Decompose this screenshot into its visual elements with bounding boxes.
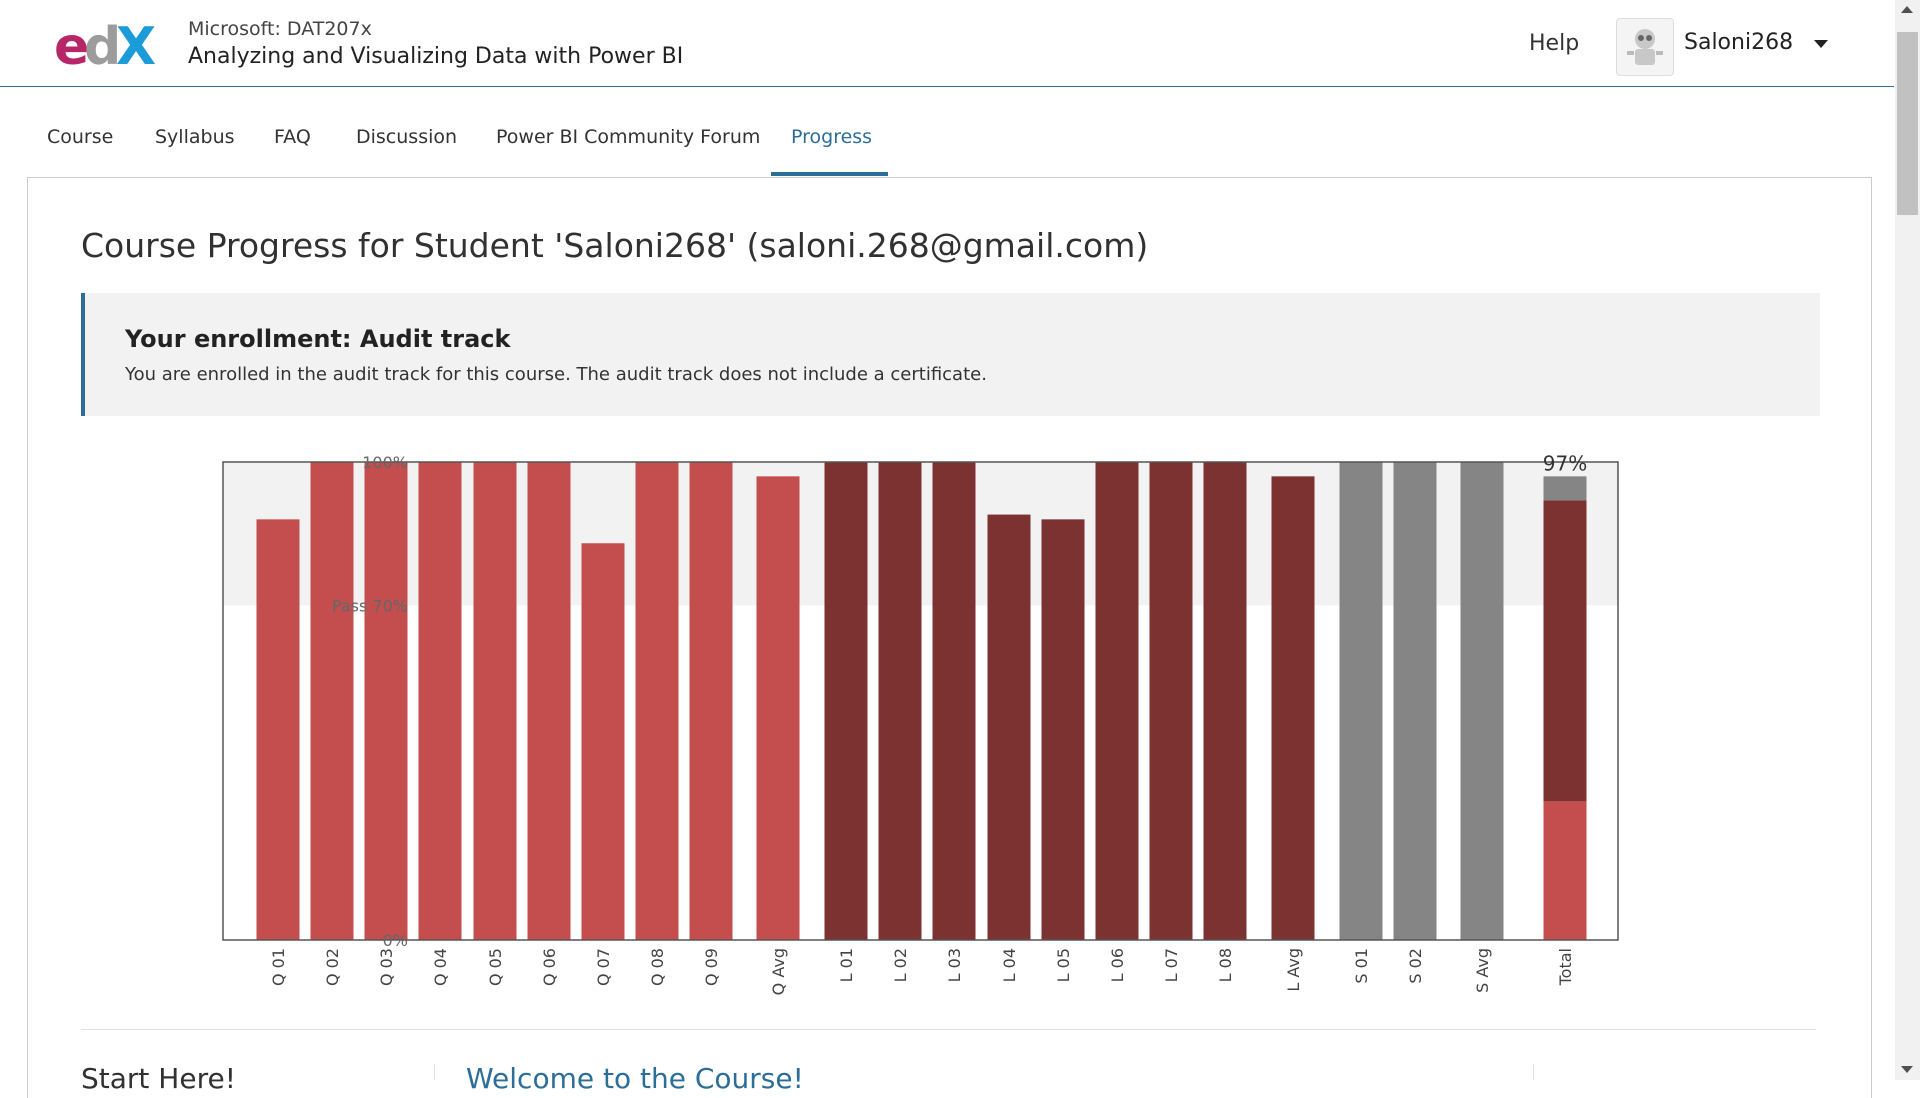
total-bar-quiz xyxy=(1543,801,1587,940)
x-label-total: Total xyxy=(1556,948,1575,986)
bar-s-01 xyxy=(1339,462,1383,940)
x-label-q-01: Q 01 xyxy=(269,948,288,986)
bar-q-02 xyxy=(310,462,354,940)
bar-q-09 xyxy=(689,462,733,940)
x-label-q-09: Q 09 xyxy=(702,948,721,986)
bar-l-08 xyxy=(1203,462,1247,940)
x-label-l-04: L 04 xyxy=(1000,948,1019,982)
bar-l-01 xyxy=(824,462,868,940)
tick-0-label: 0% xyxy=(383,931,408,950)
bar-q-08 xyxy=(635,462,679,940)
scroll-up-arrow-icon[interactable] xyxy=(1901,6,1913,13)
x-label-s-02: S 02 xyxy=(1406,948,1425,984)
bar-q-05 xyxy=(473,462,517,940)
x-label-l-02: L 02 xyxy=(891,948,910,982)
bar-l-02 xyxy=(878,462,922,940)
bar-l-06 xyxy=(1095,462,1139,940)
bar-q-06 xyxy=(527,462,571,940)
bar-q-03 xyxy=(364,462,408,940)
x-label-s-avg: S Avg xyxy=(1473,948,1492,993)
total-bar-survey xyxy=(1543,476,1587,501)
x-label-q-avg: Q Avg xyxy=(769,948,788,995)
bar-q-07 xyxy=(581,543,625,940)
bar-s-02 xyxy=(1393,462,1437,940)
bar-q-04 xyxy=(418,462,462,940)
bar-l-avg xyxy=(1271,476,1315,940)
x-label-l-08: L 08 xyxy=(1216,948,1235,982)
bar-l-07 xyxy=(1149,462,1193,940)
x-label-l-06: L 06 xyxy=(1108,948,1127,982)
chart-x-labels: Q 01 Q 02 Q 03 Q 04 Q 05 Q 06 Q 07 Q 08 Q 09 Q Av… xyxy=(269,948,1575,995)
sidebar-heading: Start Here! xyxy=(81,1062,236,1095)
scrollbar-thumb[interactable] xyxy=(1897,32,1918,215)
content-divider xyxy=(1533,1064,1534,1080)
bar-q-avg xyxy=(756,476,800,940)
x-label-q-07: Q 07 xyxy=(594,948,613,986)
scroll-down-arrow-icon[interactable] xyxy=(1901,1066,1913,1073)
x-label-s-01: S 01 xyxy=(1352,948,1371,984)
x-label-q-02: Q 02 xyxy=(323,948,342,986)
x-label-l-avg: L Avg xyxy=(1284,948,1303,992)
x-label-q-08: Q 08 xyxy=(648,948,667,986)
x-label-l-05: L 05 xyxy=(1054,948,1073,982)
x-label-q-04: Q 04 xyxy=(431,948,450,986)
x-label-l-03: L 03 xyxy=(945,948,964,982)
x-label-q-03: Q 03 xyxy=(377,948,396,986)
bar-l-05 xyxy=(1041,519,1085,940)
bar-l-03 xyxy=(932,462,976,940)
total-percent-label: 97% xyxy=(1543,451,1587,475)
bar-q-01 xyxy=(256,519,300,940)
bar-l-04 xyxy=(987,514,1031,940)
x-label-l-01: L 01 xyxy=(837,948,856,982)
tick-100-label: 100% xyxy=(362,453,408,472)
x-label-q-06: Q 06 xyxy=(540,948,559,986)
tick-pass-label: Pass 70% xyxy=(332,596,408,615)
section-divider xyxy=(81,1029,1816,1030)
welcome-link[interactable]: Welcome to the Course! xyxy=(466,1062,804,1095)
progress-chart: Q 01 Q 02 Q 03 Q 04 Q 05 Q 06 Q 07 Q 08 Q 09 Q Av… xyxy=(222,451,1619,995)
total-bar-lab xyxy=(1543,500,1587,802)
bar-s-avg xyxy=(1460,462,1504,940)
x-label-q-05: Q 05 xyxy=(486,948,505,986)
x-label-l-07: L 07 xyxy=(1162,948,1181,982)
sidebar-divider xyxy=(434,1064,435,1080)
